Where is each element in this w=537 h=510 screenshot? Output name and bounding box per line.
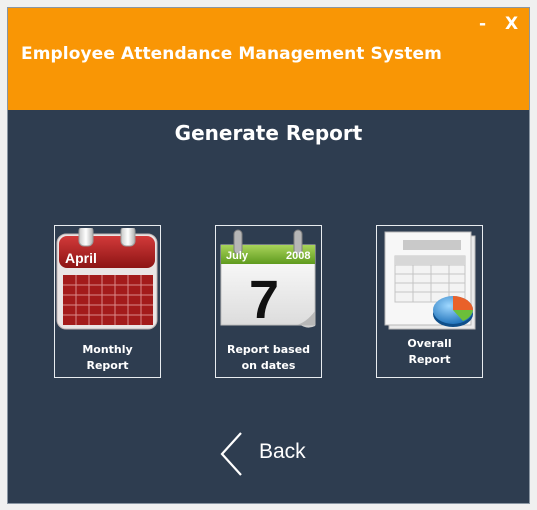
chevron-left-icon [220, 432, 242, 476]
title-bar: Employee Attendance Management System - … [8, 8, 529, 110]
date-report-label-line-2: on dates [241, 359, 296, 372]
close-button[interactable]: X [505, 14, 518, 34]
calendar-year-text: 2008 [286, 250, 310, 262]
calendar-month-text: July [226, 250, 249, 262]
monthly-report-label: Monthly Report [55, 342, 160, 374]
overall-report-label-line-1: Overall [407, 337, 452, 350]
monthly-report-label-line-2: Report [86, 359, 129, 372]
app-title: Employee Attendance Management System [21, 44, 442, 64]
calendar-april-icon: April [56, 228, 158, 330]
calendar-date-icon: July 2008 7 [220, 229, 316, 330]
date-report-button[interactable]: July 2008 7 Report based on dates [215, 225, 322, 378]
page-heading: Generate Report [174, 121, 363, 145]
overall-report-label: Overall Report [377, 336, 482, 368]
calendar-day-text: 7 [249, 270, 279, 330]
monthly-report-label-line-1: Monthly [82, 343, 133, 356]
minimize-button[interactable]: - [479, 14, 486, 34]
app-window: Employee Attendance Management System - … [7, 7, 530, 504]
overall-report-button[interactable]: Overall Report [376, 225, 483, 378]
back-label: Back [259, 440, 306, 463]
date-report-label-line-1: Report based [226, 343, 311, 356]
back-button[interactable]: Back [214, 428, 324, 478]
calendar-month-text: April [65, 250, 97, 266]
monthly-report-button[interactable]: April Monthly Report [54, 225, 161, 378]
date-report-label: Report based on dates [216, 342, 321, 374]
report-chart-icon [384, 231, 476, 330]
overall-report-label-line-2: Report [408, 353, 451, 366]
